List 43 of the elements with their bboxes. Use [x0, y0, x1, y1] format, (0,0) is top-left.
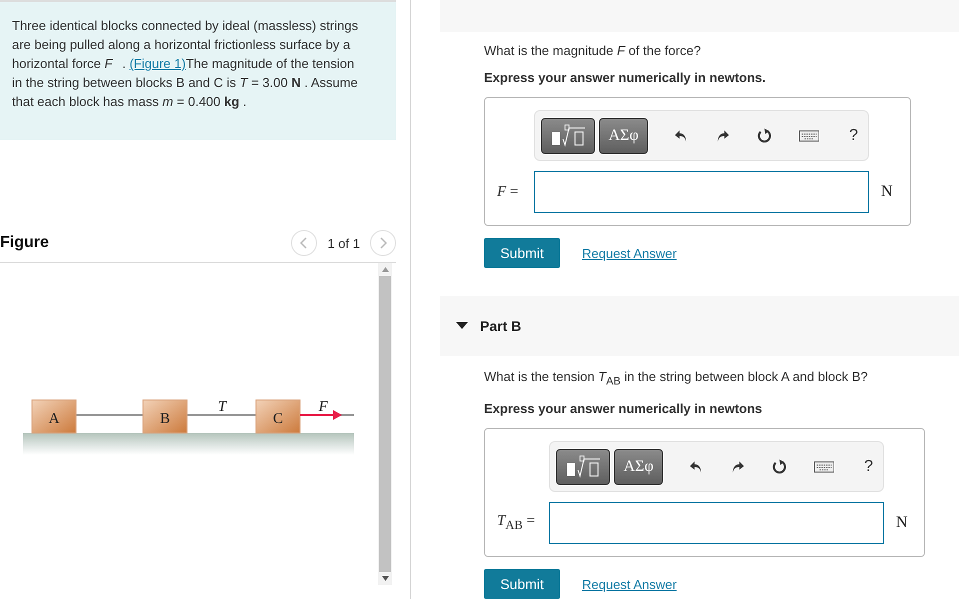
answer-field[interactable] [549, 502, 884, 544]
figure-link[interactable]: (Figure 1) [129, 56, 186, 71]
answer-field[interactable] [534, 171, 869, 214]
greek-symbols-button[interactable]: ΑΣφ [614, 448, 664, 484]
request-answer-link[interactable]: Request Answer [582, 246, 677, 261]
reset-icon[interactable] [756, 126, 773, 145]
question-text: What is the magnitude F of the force? [484, 42, 702, 60]
help-button[interactable]: ? [860, 458, 877, 476]
block: C [256, 400, 300, 434]
template-button[interactable] [541, 118, 595, 154]
force-arrow [300, 410, 342, 420]
block: A [32, 400, 76, 434]
block: B [142, 400, 188, 434]
question-text: What is the tension T$_{AB}$ in the string between block A and block B? [484, 368, 869, 390]
problem-text: Three identical blocks connected by ideal (massless) strings are being pulled along a horizontal frictionless surface by a horizontal force F⃗. (Figure 1)The magnitude of the tension in the string between blocks B and C is T = 3.00 N . Assume that each block has mass m = 0.400 kg . [12, 17, 360, 111]
unit-label: N [881, 183, 893, 202]
undo-icon[interactable] [689, 458, 704, 474]
chevron-right-icon [379, 237, 387, 249]
reset-icon[interactable] [770, 458, 788, 476]
figure-title: Figure [0, 234, 49, 252]
chevron-left-icon [300, 237, 308, 249]
help-button[interactable]: ? [845, 126, 862, 145]
tension-label: T [218, 399, 226, 415]
scroll-up-icon[interactable] [382, 267, 388, 272]
request-answer-link[interactable]: Request Answer [582, 576, 677, 592]
instruction-text: Express your answer numerically in newtons [484, 401, 764, 416]
keyboard-icon[interactable] [798, 130, 820, 142]
submit-button[interactable]: Submit [484, 238, 560, 268]
part-header[interactable]: Part B [440, 296, 959, 356]
caret-icon[interactable] [456, 322, 468, 330]
scroll-down-icon[interactable] [382, 576, 388, 581]
submit-button[interactable]: Submit [484, 569, 560, 599]
part-title: Part B [480, 318, 522, 334]
variable-label: T$_{AB}$ = [497, 513, 536, 533]
variable-label: F = [497, 184, 520, 201]
page-counter: 1 of 1 [327, 236, 360, 250]
unit-label: N [896, 514, 908, 532]
scrollbar-track[interactable] [378, 263, 392, 585]
keyboard-icon[interactable] [814, 460, 834, 472]
instruction-text: Express your answer numerically in newtons. [484, 70, 767, 86]
greek-symbols-button[interactable]: ΑΣφ [599, 118, 648, 154]
template-button[interactable] [556, 448, 610, 484]
force-label: F⃗ [318, 399, 340, 415]
